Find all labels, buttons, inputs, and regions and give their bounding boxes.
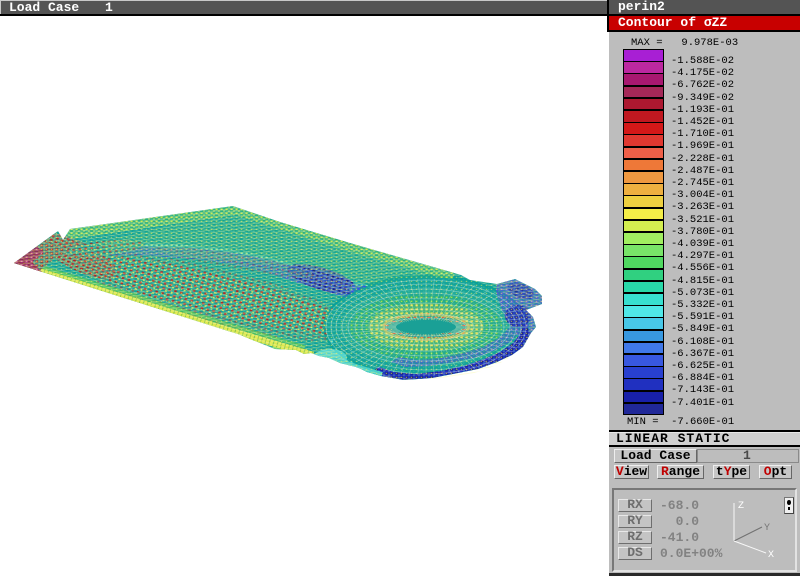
svg-text:X: X: [768, 550, 774, 561]
svg-text:Y: Y: [764, 523, 770, 534]
svg-text:Z: Z: [738, 501, 744, 512]
